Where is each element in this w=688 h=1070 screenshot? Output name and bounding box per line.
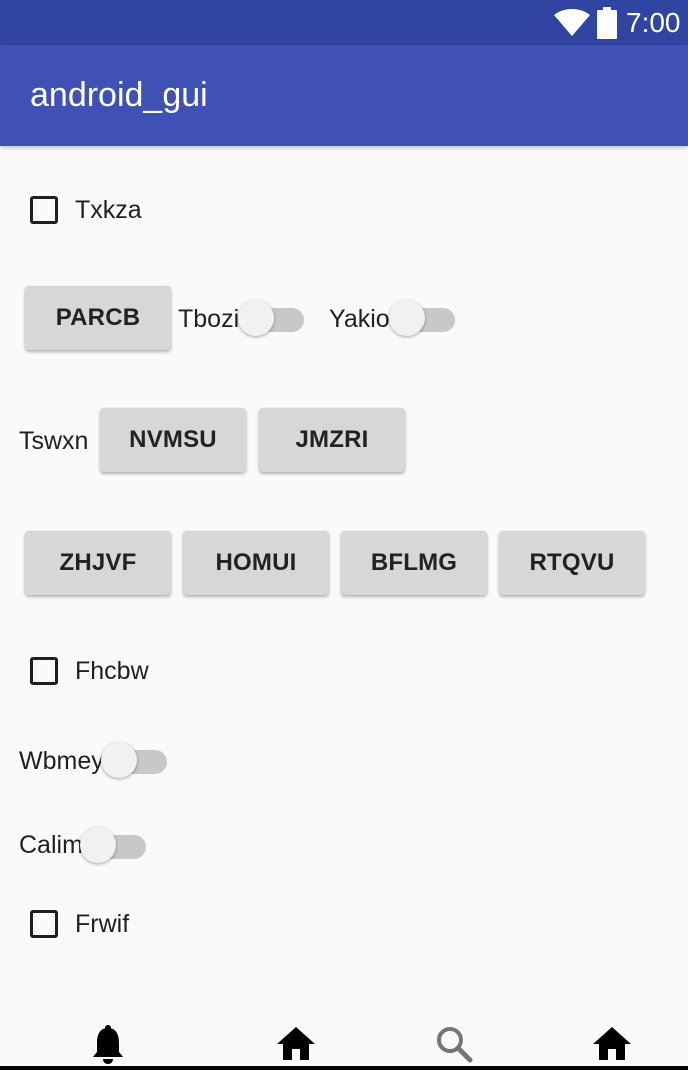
tswxn-label: Tswxn	[19, 427, 89, 455]
bottom-navigation	[0, 1010, 688, 1066]
bflmg-button[interactable]: BFLMG	[341, 531, 487, 595]
rtqvu-button[interactable]: RTQVU	[499, 531, 645, 595]
parcb-button[interactable]: PARCB	[25, 286, 171, 350]
checkbox-label: Fhcbw	[75, 657, 149, 685]
nvmsu-button[interactable]: NVMSU	[100, 408, 246, 472]
bottom-edge	[0, 1066, 688, 1070]
status-clock: 7:00	[626, 7, 681, 38]
jmzri-button[interactable]: JMZRI	[259, 408, 405, 472]
switch-label-yakio: Yakio	[329, 305, 390, 333]
home-icon[interactable]	[592, 1024, 632, 1064]
switch-label-wbmey: Wbmey	[19, 747, 104, 775]
wifi-icon	[554, 9, 590, 36]
checkbox-fhcbw[interactable]: Fhcbw	[30, 654, 149, 688]
checkbox-box[interactable]	[30, 657, 58, 685]
homui-button[interactable]: HOMUI	[183, 531, 329, 595]
checkbox-label: Txkza	[75, 196, 142, 224]
switch-tbozi[interactable]	[238, 298, 308, 338]
checkbox-box[interactable]	[30, 910, 58, 938]
switch-wbmey[interactable]	[101, 740, 171, 780]
app-bar: android_gui	[0, 45, 688, 146]
status-bar: 7:00	[0, 0, 688, 45]
switch-label-calim: Calim	[19, 831, 83, 859]
checkbox-frwif[interactable]: Frwif	[30, 907, 129, 941]
switch-thumb[interactable]	[101, 742, 137, 778]
switch-thumb[interactable]	[389, 300, 425, 336]
home-icon[interactable]	[276, 1024, 316, 1064]
battery-icon	[597, 7, 617, 39]
bell-icon[interactable]	[88, 1024, 128, 1064]
checkbox-txkza[interactable]: Txkza	[30, 193, 142, 227]
switch-calim[interactable]	[80, 825, 150, 865]
switch-thumb[interactable]	[80, 827, 116, 863]
search-icon[interactable]	[434, 1024, 474, 1064]
checkbox-label: Frwif	[75, 910, 130, 938]
switch-thumb[interactable]	[238, 300, 274, 336]
checkbox-box[interactable]	[30, 196, 58, 224]
zhjvf-button[interactable]: ZHJVF	[25, 531, 171, 595]
switch-yakio[interactable]	[389, 298, 459, 338]
switch-label-tbozi: Tbozi	[178, 305, 240, 333]
app-title: android_gui	[30, 76, 208, 114]
